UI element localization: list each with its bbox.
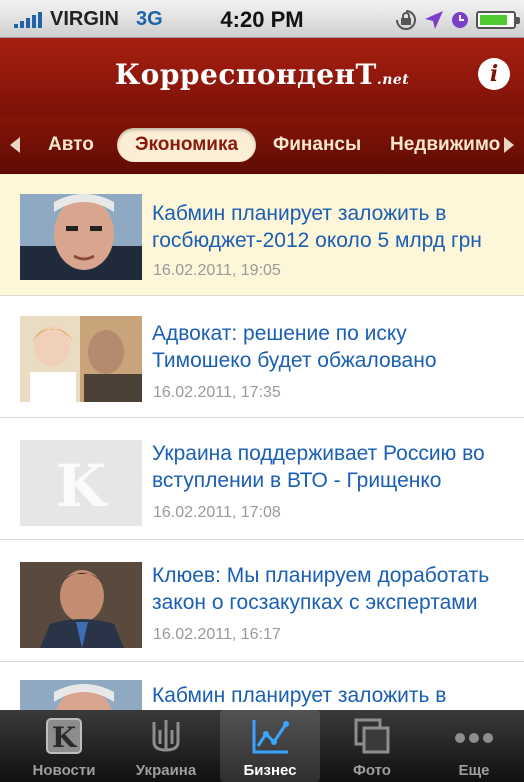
- tab-label: Новости: [32, 762, 96, 779]
- news-item[interactable]: K Украина поддерживает Россию во вступле…: [0, 418, 524, 540]
- trident-icon: [152, 720, 180, 752]
- scroll-right-arrow-icon[interactable]: [504, 137, 514, 153]
- alarm-icon: [452, 12, 468, 28]
- headline-line[interactable]: Тимошеко будет обжаловано: [152, 347, 518, 374]
- news-list: Кабмин планирует заложить в госбюджет-20…: [0, 174, 524, 710]
- svg-text:K: K: [52, 721, 78, 754]
- tab-label: Украина: [135, 762, 197, 779]
- article-headline[interactable]: Клюев: Мы планируем доработать закон о г…: [152, 562, 518, 616]
- category-tabs: Авто Экономика Финансы Недвижимо: [0, 116, 524, 174]
- app-header: КорреспонденТ.net i: [0, 38, 524, 116]
- tab-finance[interactable]: Финансы: [273, 128, 361, 162]
- battery-icon: [476, 11, 520, 29]
- tab-ukraine[interactable]: Украина: [116, 710, 216, 782]
- two-people-icon: [20, 316, 142, 402]
- tab-label: Фото: [353, 762, 391, 779]
- portrait-man-icon: [20, 680, 142, 710]
- news-item[interactable]: Кабмин планирует заложить в госбюджет-20…: [0, 174, 524, 296]
- tab-label: Еще: [458, 762, 490, 779]
- k-logo-icon: K: [46, 718, 82, 754]
- location-arrow-icon: [425, 11, 443, 29]
- headline-line[interactable]: Адвокат: решение по иску: [152, 320, 518, 347]
- headline-line[interactable]: госбюджет-2012 около 5 млрд грн: [152, 227, 518, 254]
- tab-real-estate[interactable]: Недвижимо: [390, 128, 500, 162]
- photos-icon: [354, 718, 390, 754]
- article-headline[interactable]: Кабмин планирует заложить в госбюджет-20…: [152, 200, 518, 254]
- status-icons: [394, 9, 520, 31]
- news-item[interactable]: Кабмин планирует заложить в: [0, 662, 524, 710]
- tab-auto[interactable]: Авто: [48, 128, 94, 162]
- tab-news[interactable]: K Новости: [14, 710, 114, 782]
- rotation-lock-icon: [396, 10, 416, 30]
- status-bar: VIRGIN 3G 4:20 PM: [0, 0, 524, 38]
- tab-photo[interactable]: Фото: [322, 710, 422, 782]
- article-date: 16.02.2011, 17:08: [153, 504, 281, 521]
- headline-line[interactable]: Кабмин планирует заложить в: [152, 682, 518, 709]
- tab-label: Бизнес: [243, 762, 297, 779]
- article-date: 16.02.2011, 17:35: [153, 384, 281, 401]
- bottom-tab-bar: K Новости Украина Бизнес Фото Еще: [0, 710, 524, 782]
- article-date: 16.02.2011, 19:05: [153, 262, 281, 279]
- article-headline[interactable]: Украина поддерживает Россию во вступлени…: [152, 440, 518, 494]
- logo-suffix: .net: [376, 72, 410, 88]
- tab-economy[interactable]: Экономика: [117, 128, 257, 162]
- article-date: 16.02.2011, 16:17: [153, 626, 281, 643]
- headline-line[interactable]: вступлении в ВТО - Грищенко: [152, 467, 518, 494]
- app-logo: КорреспонденТ.net: [0, 58, 524, 91]
- battery-level-fill: [480, 15, 507, 25]
- k-placeholder-icon: K: [20, 440, 142, 526]
- headline-line[interactable]: закон о госзакупках с экспертами: [152, 589, 518, 616]
- news-item[interactable]: Адвокат: решение по иску Тимошеко будет …: [0, 296, 524, 418]
- tab-business[interactable]: Бизнес: [220, 710, 320, 782]
- headline-line[interactable]: Клюев: Мы планируем доработать: [152, 562, 518, 589]
- logo-main: КорреспонденТ: [114, 58, 377, 91]
- scroll-left-arrow-icon[interactable]: [10, 137, 20, 153]
- headline-line[interactable]: Украина поддерживает Россию во: [152, 440, 518, 467]
- portrait-man-icon: [20, 194, 142, 280]
- headline-line[interactable]: Кабмин планирует заложить в: [152, 200, 518, 227]
- svg-text:K: K: [56, 452, 109, 520]
- article-headline[interactable]: Кабмин планирует заложить в: [152, 682, 518, 709]
- more-icon: [455, 733, 493, 743]
- chart-icon: [252, 720, 289, 754]
- tab-more[interactable]: Еще: [424, 710, 524, 782]
- info-button[interactable]: i: [478, 58, 510, 90]
- portrait-man-suit-icon: [20, 562, 142, 648]
- news-item[interactable]: Клюев: Мы планируем доработать закон о г…: [0, 540, 524, 662]
- article-headline[interactable]: Адвокат: решение по иску Тимошеко будет …: [152, 320, 518, 374]
